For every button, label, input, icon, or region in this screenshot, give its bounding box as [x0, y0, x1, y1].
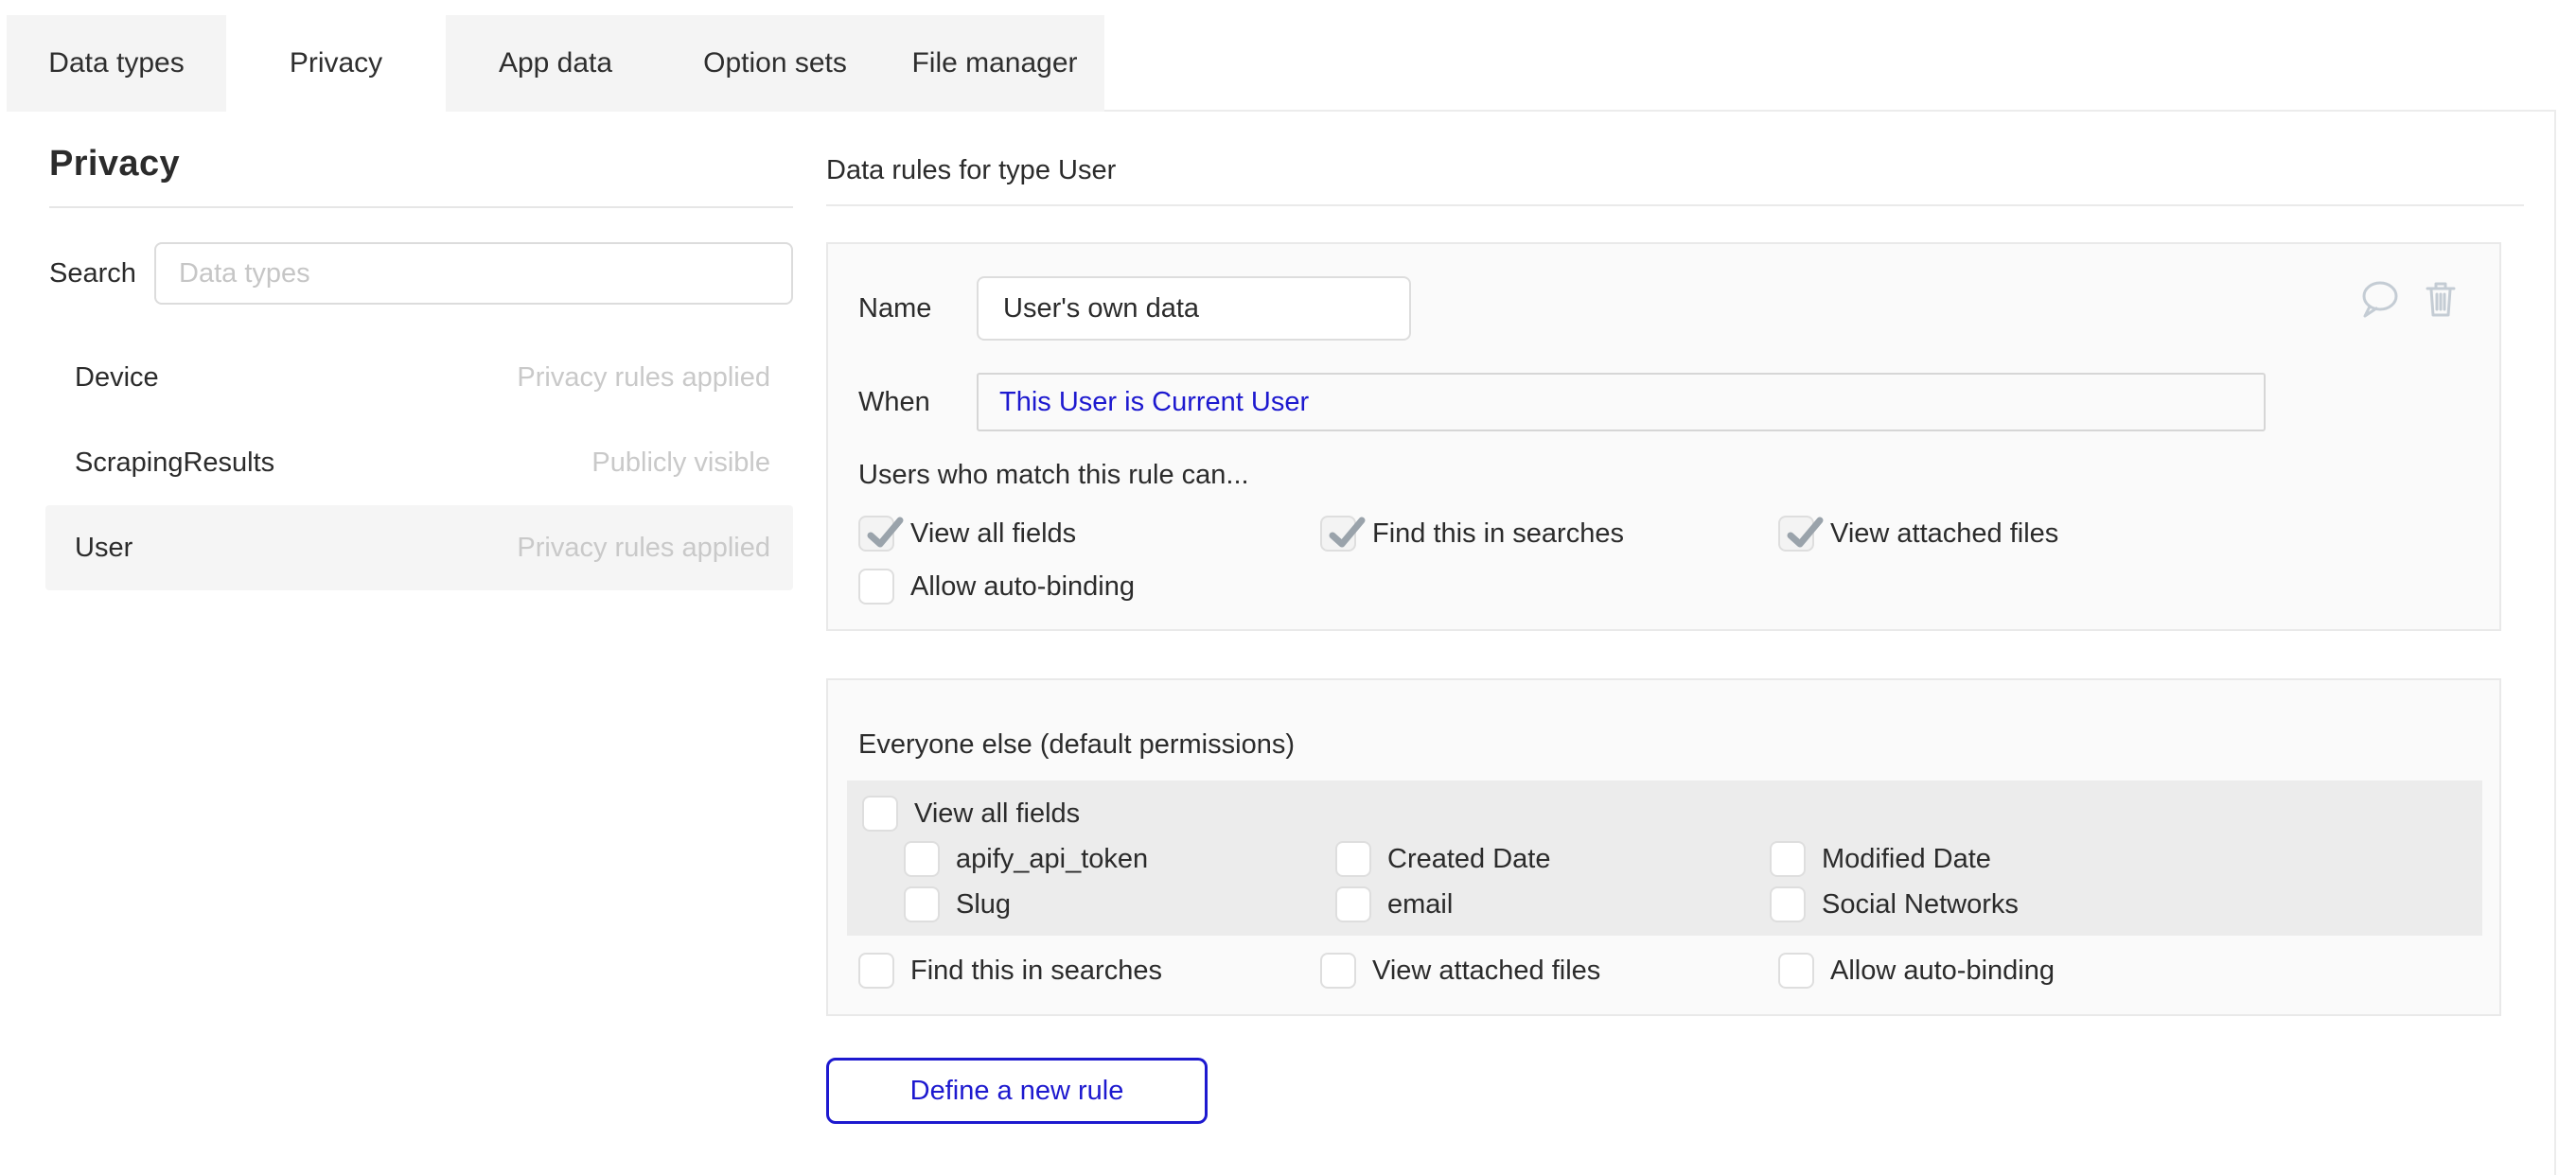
permission-allow-auto-binding-default: Allow auto-binding [1778, 953, 2469, 989]
divider [826, 204, 2524, 206]
data-type-list: Device Privacy rules applied ScrapingRes… [45, 335, 793, 590]
checkbox[interactable] [1778, 516, 1814, 552]
checkbox[interactable] [1320, 953, 1356, 989]
search-row: Search [49, 242, 793, 305]
checkbox[interactable] [1335, 841, 1371, 877]
tab-app-data[interactable]: App data [446, 15, 665, 112]
field-slug: Slug [904, 886, 1335, 922]
rule-when-row: When This User is Current User [858, 373, 2469, 431]
list-item-device[interactable]: Device Privacy rules applied [45, 335, 793, 420]
tab-privacy[interactable]: Privacy [226, 15, 446, 112]
rule-permissions-row: Allow auto-binding [858, 569, 2469, 605]
checkmark-icon [1782, 512, 1824, 553]
match-rule-caption: Users who match this rule can... [858, 460, 2469, 491]
checkbox[interactable] [858, 953, 894, 989]
permission-view-all-fields-default: View all fields [862, 796, 2482, 832]
checkbox[interactable] [858, 516, 894, 552]
rule-name-row: Name [858, 276, 2469, 341]
permission-allow-auto-binding: Allow auto-binding [858, 569, 1320, 605]
when-label: When [858, 387, 977, 418]
rule-condition-input[interactable]: This User is Current User [977, 373, 2266, 431]
permission-view-attached-files-default: View attached files [1320, 953, 1778, 989]
checkbox[interactable] [904, 841, 940, 877]
checkmark-icon [1324, 512, 1366, 553]
checkmark-icon [862, 512, 904, 553]
field-social-networks: Social Networks [1770, 886, 2482, 922]
search-input[interactable] [154, 242, 793, 305]
permission-find-in-searches: Find this in searches [1320, 516, 1778, 552]
tab-data-types[interactable]: Data types [7, 15, 226, 112]
permission-find-in-searches-default: Find this in searches [858, 953, 1320, 989]
permission-view-all-fields: View all fields [858, 516, 1320, 552]
privacy-sidebar: Privacy Search Device Privacy rules appl… [49, 142, 793, 590]
page-title: Privacy [49, 142, 793, 185]
name-label: Name [858, 293, 977, 324]
checkbox[interactable] [1778, 953, 1814, 989]
checkbox[interactable] [904, 886, 940, 922]
status-badge: Publicly visible [591, 447, 770, 479]
status-badge: Privacy rules applied [517, 362, 770, 394]
checkbox[interactable] [1320, 516, 1356, 552]
list-item-user[interactable]: User Privacy rules applied [45, 505, 793, 590]
checkbox[interactable] [1770, 886, 1806, 922]
rule-card: Name When This User is Current User User… [826, 242, 2501, 631]
data-rules-panel: Data rules for type User Name When This … [826, 153, 2524, 1124]
checkbox[interactable] [858, 569, 894, 605]
search-label: Search [49, 258, 154, 289]
checkbox[interactable] [1770, 841, 1806, 877]
rule-condition-text: This User is Current User [999, 387, 1309, 418]
tab-option-sets[interactable]: Option sets [665, 15, 885, 112]
section-title: Data rules for type User [826, 153, 2524, 187]
tab-file-manager[interactable]: File manager [885, 15, 1104, 112]
checkbox[interactable] [1335, 886, 1371, 922]
field-row: Slug email Social Networks [904, 886, 2482, 922]
pane-right-border [2554, 110, 2556, 1175]
default-permissions-row: Find this in searches View attached file… [858, 953, 2469, 989]
list-item-scrapingresults[interactable]: ScrapingResults Publicly visible [45, 420, 793, 505]
tab-bar-filler [1104, 15, 2554, 112]
fields-panel: View all fields apify_api_token Creat [847, 780, 2482, 936]
default-permissions-card: Everyone else (default permissions) View… [826, 678, 2501, 1016]
field-created-date: Created Date [1335, 841, 1770, 877]
permission-view-attached-files: View attached files [1778, 516, 2469, 552]
field-email: email [1335, 886, 1770, 922]
define-new-rule-button[interactable]: Define a new rule [826, 1058, 1208, 1124]
rule-name-input[interactable] [977, 276, 1411, 341]
checkbox[interactable] [862, 796, 898, 832]
comment-icon[interactable] [2357, 278, 2401, 320]
tab-bar: Data types Privacy App data Option sets … [7, 15, 2554, 112]
divider [49, 206, 793, 208]
field-apify-api-token: apify_api_token [904, 841, 1335, 877]
field-row: apify_api_token Created Date Modified Da… [904, 841, 2482, 877]
field-modified-date: Modified Date [1770, 841, 2482, 877]
field-checkbox-grid: apify_api_token Created Date Modified Da… [904, 841, 2482, 922]
default-permissions-title: Everyone else (default permissions) [858, 728, 2469, 762]
rule-card-actions [2357, 278, 2458, 320]
rule-permissions-row: View all fields Find this in searches Vi… [858, 516, 2469, 552]
trash-icon[interactable] [2424, 278, 2458, 320]
status-badge: Privacy rules applied [517, 533, 770, 564]
